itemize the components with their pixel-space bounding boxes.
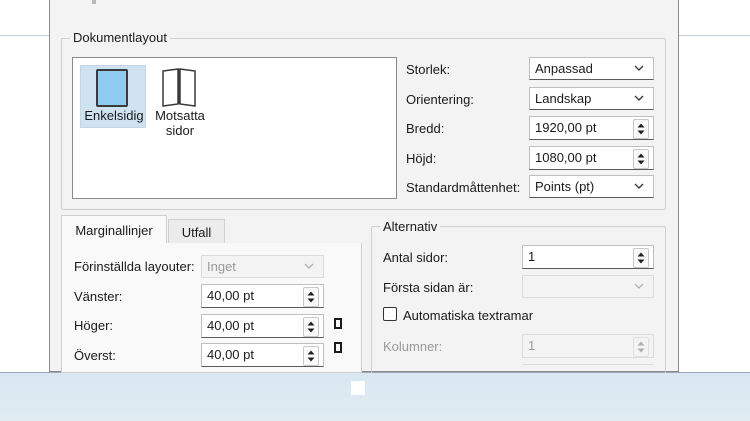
preset-layouts-select[interactable]: Inget	[201, 255, 324, 278]
single-page-icon	[96, 69, 128, 107]
columns-spinbox[interactable]: 1	[522, 334, 654, 358]
auto-text-frames-checkbox[interactable]	[383, 307, 397, 321]
spin-arrows-icon	[637, 252, 645, 264]
width-spin-buttons[interactable]	[633, 119, 649, 139]
left-margin-label: Vänster:	[74, 289, 123, 304]
unit-value: Points (pt)	[535, 179, 595, 194]
left-margin-value: 40,00 pt	[207, 288, 254, 303]
columns-spin-buttons[interactable]	[633, 337, 649, 357]
orientation-select[interactable]: Landskap	[529, 87, 654, 110]
facing-pages-icon	[162, 68, 196, 107]
width-label: Bredd:	[406, 121, 445, 136]
height-label: Höjd:	[406, 151, 437, 166]
height-spin-buttons[interactable]	[633, 149, 649, 169]
height-spinbox[interactable]: 1080,00 pt	[529, 146, 654, 170]
top-margin-value: 40,00 pt	[207, 347, 254, 362]
top-margin-spinbox[interactable]: 40,00 pt	[201, 343, 324, 367]
chevron-down-icon	[304, 263, 314, 269]
tab-bleed[interactable]: Utfall	[168, 219, 225, 243]
height-value: 1080,00 pt	[535, 150, 597, 165]
size-select[interactable]: Anpassad	[529, 57, 654, 80]
unit-select[interactable]: Points (pt)	[529, 175, 654, 198]
tab-bleed-label: Utfall	[181, 225, 212, 240]
left-margin-spin-buttons[interactable]	[303, 287, 319, 307]
left-margin-spinbox[interactable]: 40,00 pt	[201, 284, 324, 308]
size-value: Anpassad	[535, 61, 593, 76]
auto-text-frames-label: Automatiska textramar	[403, 308, 534, 323]
right-margin-label: Höger:	[74, 318, 114, 333]
chevron-down-icon	[634, 283, 644, 289]
tab-margin-guides[interactable]: Marginallinjer	[61, 215, 167, 244]
page-count-label: Antal sidor:	[383, 250, 449, 265]
orientation-value: Landskap	[535, 91, 592, 106]
tab-margin-guides-label: Marginallinjer	[75, 223, 153, 238]
spin-arrows-icon	[307, 291, 315, 303]
right-margin-spinbox[interactable]: 40,00 pt	[201, 314, 324, 338]
width-value: 1920,00 pt	[535, 120, 597, 135]
spin-arrows-icon	[637, 341, 645, 353]
titlebar-icon	[62, 0, 102, 8]
right-margin-spin-buttons[interactable]	[303, 317, 319, 337]
columns-label: Kolumner:	[383, 339, 443, 354]
top-margin-label: Överst:	[74, 348, 116, 363]
right-margin-value: 40,00 pt	[207, 318, 254, 333]
options-group-label: Alternativ	[380, 219, 441, 234]
first-page-label: Första sidan är:	[383, 280, 474, 295]
spin-arrows-icon	[637, 123, 645, 135]
spin-arrows-icon	[307, 350, 315, 362]
first-page-select[interactable]	[522, 275, 654, 298]
layout-option-single[interactable]: Enkelsidig	[80, 65, 146, 128]
chevron-down-icon	[634, 183, 644, 189]
orientation-label: Orientering:	[406, 92, 474, 107]
link-margins-icon[interactable]	[333, 316, 345, 358]
width-spinbox[interactable]: 1920,00 pt	[529, 116, 654, 140]
size-label: Storlek:	[406, 62, 451, 77]
taskbar-window-icon[interactable]	[351, 381, 365, 395]
layout-option-facing[interactable]: Motsatta sidor	[150, 65, 210, 145]
layout-option-facing-label: Motsatta sidor	[155, 108, 205, 138]
spin-arrows-icon	[307, 321, 315, 333]
page-count-spinbox[interactable]: 1	[522, 245, 654, 269]
taskbar	[0, 372, 750, 421]
next-row-field-stub	[522, 364, 654, 372]
preset-layouts-value: Inget	[207, 259, 236, 274]
unit-label: Standardmåttenhet:	[406, 180, 521, 195]
page-count-spin-buttons[interactable]	[633, 248, 649, 268]
page-count-value: 1	[528, 249, 536, 264]
columns-value: 1	[528, 338, 536, 353]
spin-arrows-icon	[637, 153, 645, 165]
layout-option-single-label: Enkelsidig	[84, 108, 144, 123]
top-margin-spin-buttons[interactable]	[303, 346, 319, 366]
chevron-down-icon	[634, 65, 644, 71]
preset-layouts-label: Förinställda layouter:	[74, 259, 195, 274]
chevron-down-icon	[634, 95, 644, 101]
document-layout-label: Dokumentlayout	[70, 30, 170, 45]
